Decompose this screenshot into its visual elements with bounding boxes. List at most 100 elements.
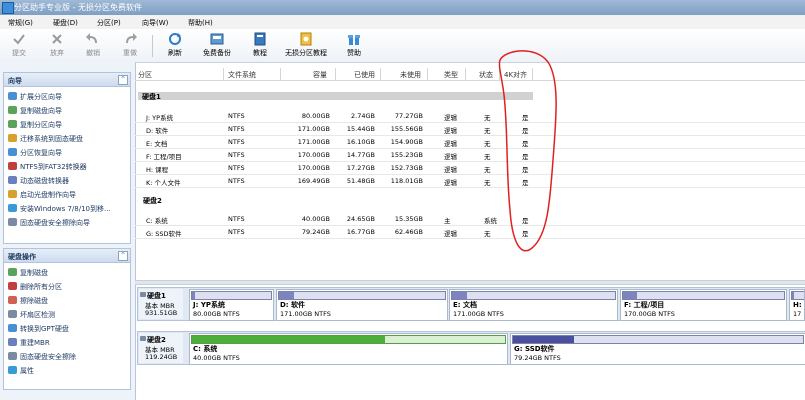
column-divider[interactable] [465, 68, 466, 80]
partition-cell[interactable]: 40.00GB [290, 215, 330, 223]
partition-cell[interactable]: 无 [484, 138, 491, 148]
column-divider[interactable] [280, 68, 281, 80]
column-divider[interactable] [427, 68, 428, 80]
partition-cell[interactable]: NTFS [228, 125, 245, 133]
partition-cell[interactable]: 51.48GB [335, 177, 375, 185]
disk-1-partition-h[interactable]: H: 吉 17 [789, 289, 805, 321]
free-backup-button[interactable]: 免费备份 [199, 32, 235, 60]
partition-cell[interactable]: 170.00GB [290, 164, 330, 172]
partition-cell[interactable]: 是 [522, 125, 529, 135]
disk-1-partition-j[interactable]: J: YP系统 80.00GB NTFS [189, 289, 274, 321]
pane-splitter[interactable] [135, 280, 805, 285]
partition-cell[interactable]: 16.77GB [335, 228, 375, 236]
lossless-partition-tutorial-button[interactable]: 无损分区教程 [282, 32, 330, 60]
partition-cell[interactable]: F: 工程/项目 [146, 151, 182, 161]
partition-cell[interactable]: 152.73GB [383, 164, 423, 172]
tutorial-button[interactable]: 教程 [247, 32, 273, 60]
column-divider[interactable] [223, 68, 224, 80]
partition-cell[interactable]: K: 个人文件 [146, 177, 181, 187]
partition-cell[interactable]: 系统 [484, 215, 497, 225]
partition-cell[interactable]: 主 [444, 215, 451, 225]
disk-1-info[interactable]: 硬盘1 基本 MBR 931.51GB [139, 289, 183, 319]
disk-1-partition-f[interactable]: F: 工程/项目 170.00GB NTFS [620, 289, 787, 321]
partition-cell[interactable]: NTFS [228, 151, 245, 159]
column-divider[interactable] [335, 68, 336, 80]
partition-cell[interactable]: NTFS [228, 138, 245, 146]
col-unused[interactable]: 未使用 [400, 70, 421, 80]
disk-2-partition-c[interactable]: C: 系统 40.00GB NTFS [189, 333, 508, 365]
disk-map-row-2[interactable]: 硬盘2 基本 MBR 119.24GB C: 系统 40.00GB NTFS G… [137, 331, 805, 365]
partition-cell[interactable]: NTFS [228, 177, 245, 185]
partition-cell[interactable]: 无 [484, 112, 491, 122]
partition-cell[interactable]: 169.49GB [290, 177, 330, 185]
col-status[interactable]: 状态 [479, 70, 493, 80]
collapse-icon[interactable]: ^ [118, 251, 128, 261]
menu-help[interactable]: 帮助(H) [188, 18, 213, 28]
partition-cell[interactable]: 24.65GB [335, 215, 375, 223]
partition-cell[interactable]: 15.44GB [335, 125, 375, 133]
partition-cell[interactable]: 17.27GB [335, 164, 375, 172]
undo-button[interactable]: 撤销 [80, 32, 106, 60]
partition-cell[interactable]: C: 系统 [146, 215, 168, 225]
disk-map-row-1[interactable]: 硬盘1 基本 MBR 931.51GB J: YP系统 80.00GB NTFS… [137, 287, 805, 321]
partition-cell[interactable]: 是 [522, 228, 529, 238]
col-filesystem[interactable]: 文件系统 [228, 70, 256, 80]
apply-button[interactable]: 提交 [6, 32, 32, 60]
partition-cell[interactable]: 逻辑 [444, 228, 457, 238]
col-partition[interactable]: 分区 [138, 70, 152, 80]
partition-cell[interactable]: 118.01GB [383, 177, 423, 185]
menu-wizard[interactable]: 向导(W) [142, 18, 168, 28]
partition-cell[interactable]: 77.27GB [383, 112, 423, 120]
discard-button[interactable]: 放弃 [44, 32, 70, 60]
partition-cell[interactable]: 是 [522, 112, 529, 122]
partition-cell[interactable]: 逻辑 [444, 164, 457, 174]
partition-cell[interactable]: J: YP系统 [146, 112, 173, 122]
partition-cell[interactable]: G: SSD软件 [146, 228, 182, 238]
refresh-button[interactable]: 刷新 [162, 32, 188, 60]
partition-cell[interactable]: 无 [484, 177, 491, 187]
disk-1-partition-e[interactable]: E: 文档 171.00GB NTFS [449, 289, 618, 321]
partition-cell[interactable]: 14.77GB [335, 151, 375, 159]
partition-cell[interactable]: 是 [522, 164, 529, 174]
disk-operations-header[interactable]: 硬盘操作 ^ [4, 249, 130, 263]
partition-cell[interactable]: 逻辑 [444, 177, 457, 187]
partition-cell[interactable]: D: 软件 [146, 125, 168, 135]
col-capacity[interactable]: 容量 [313, 70, 327, 80]
disk-2-info[interactable]: 硬盘2 基本 MBR 119.24GB [139, 333, 183, 363]
col-4k-alignment[interactable]: 4K对齐 [504, 70, 527, 80]
partition-cell[interactable]: 155.23GB [383, 151, 423, 159]
partition-cell[interactable]: NTFS [228, 112, 245, 120]
collapse-icon[interactable]: ^ [118, 75, 128, 85]
wizard-panel-header[interactable]: 向导 ^ [4, 73, 130, 87]
partition-cell[interactable]: 无 [484, 164, 491, 174]
partition-cell[interactable]: NTFS [228, 228, 245, 236]
partition-cell[interactable]: 无 [484, 228, 491, 238]
menu-partition[interactable]: 分区(P) [97, 18, 121, 28]
partition-cell[interactable]: 是 [522, 177, 529, 187]
partition-cell[interactable]: 15.35GB [383, 215, 423, 223]
disk-2-partition-g[interactable]: G: SSD软件 79.24GB NTFS [510, 333, 805, 365]
partition-cell[interactable]: 62.46GB [383, 228, 423, 236]
column-divider[interactable] [499, 68, 500, 80]
sponsor-button[interactable]: 赞助 [341, 32, 367, 60]
menu-general[interactable]: 常规(G) [8, 18, 33, 28]
col-type[interactable]: 类型 [444, 70, 458, 80]
redo-button[interactable]: 重做 [117, 32, 143, 60]
group-disk-1[interactable]: 硬盘1 [138, 92, 533, 101]
menu-disk[interactable]: 硬盘(D) [53, 18, 78, 28]
partition-cell[interactable]: 79.24GB [290, 228, 330, 236]
partition-cell[interactable]: 154.90GB [383, 138, 423, 146]
col-used[interactable]: 已使用 [354, 70, 375, 80]
partition-cell[interactable]: 2.74GB [335, 112, 375, 120]
partition-cell[interactable]: 逻辑 [444, 125, 457, 135]
partition-cell[interactable]: 171.00GB [290, 138, 330, 146]
partition-cell[interactable]: 155.56GB [383, 125, 423, 133]
partition-cell[interactable]: 170.00GB [290, 151, 330, 159]
partition-cell[interactable]: 是 [522, 151, 529, 161]
partition-cell[interactable]: H: 课程 [146, 164, 168, 174]
partition-cell[interactable]: 16.10GB [335, 138, 375, 146]
partition-cell[interactable]: 80.00GB [290, 112, 330, 120]
partition-cell[interactable]: 逻辑 [444, 138, 457, 148]
partition-cell[interactable]: E: 文档 [146, 138, 167, 148]
column-divider[interactable] [380, 68, 381, 80]
